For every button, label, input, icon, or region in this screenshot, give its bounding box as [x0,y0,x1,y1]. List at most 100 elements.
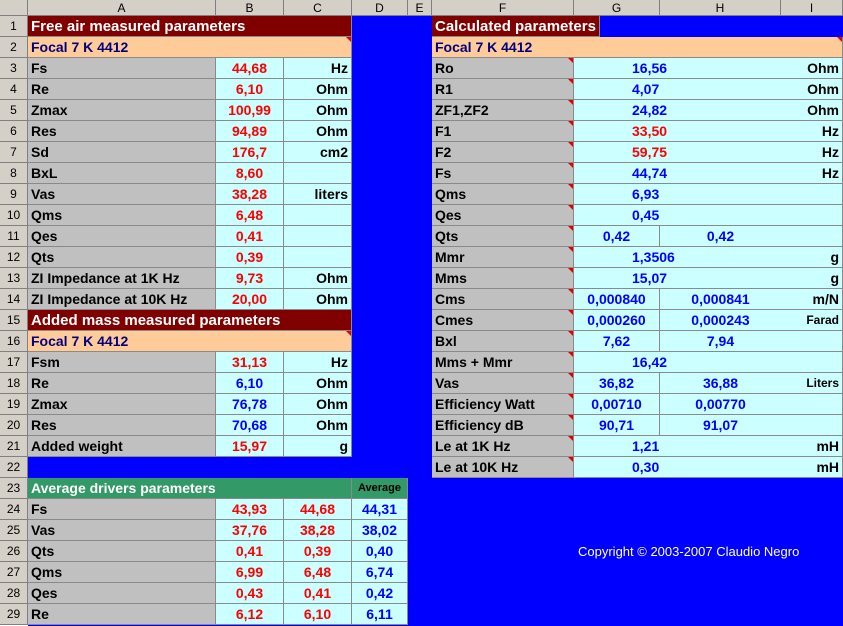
average-title[interactable]: Average drivers parameters [28,478,352,499]
average-value-2[interactable]: 0,39 [284,541,352,562]
calc-param-label[interactable]: Le at 10K Hz [432,457,574,478]
row-header-12[interactable]: 12 [0,247,28,268]
calc-param-label[interactable]: F1 [432,121,574,142]
added-mass-param-unit[interactable]: Ohm [284,394,352,415]
column-header-i[interactable]: I [781,0,843,16]
calc-value[interactable]: 6,93 [574,184,781,205]
calc-param-label[interactable]: Qms [432,184,574,205]
calc-param-label[interactable]: Mms + Mmr [432,352,574,373]
free-air-param-value[interactable]: 94,89 [216,121,284,142]
calc-value[interactable]: 7,62 [574,331,660,352]
added-mass-param-label[interactable]: Fsm [28,352,216,373]
calc-param-label[interactable]: Vas [432,373,574,394]
added-mass-param-label[interactable]: Added weight [28,436,216,457]
calc-param-unit[interactable] [781,205,843,226]
row-header-1[interactable]: 1 [0,16,28,37]
added-mass-param-unit[interactable]: Ohm [284,415,352,436]
average-value[interactable]: 6,11 [352,604,408,625]
free-air-model[interactable]: Focal 7 K 4412 [28,37,352,58]
calc-value-alt[interactable]: 91,07 [660,415,781,436]
calc-value[interactable]: 0,000840 [574,289,660,310]
calc-param-unit[interactable]: Hz [781,163,843,184]
free-air-param-value[interactable]: 0,39 [216,247,284,268]
free-air-param-unit[interactable] [284,205,352,226]
free-air-param-value[interactable]: 38,28 [216,184,284,205]
calc-value[interactable]: 16,42 [574,352,781,373]
average-col-header[interactable]: Average [352,478,408,499]
row-header-28[interactable]: 28 [0,583,28,604]
calc-param-label[interactable]: Mmr [432,247,574,268]
added-mass-param-value[interactable]: 15,97 [216,436,284,457]
calc-param-unit[interactable] [781,331,843,352]
free-air-title[interactable]: Free air measured parameters [28,16,352,37]
row-header-9[interactable]: 9 [0,184,28,205]
free-air-param-unit[interactable]: Ohm [284,268,352,289]
calc-value-alt[interactable]: 0,42 [660,226,781,247]
calc-value[interactable]: 59,75 [574,142,781,163]
free-air-param-unit[interactable]: Ohm [284,121,352,142]
free-air-param-value[interactable]: 6,10 [216,79,284,100]
free-air-param-value[interactable]: 9,73 [216,268,284,289]
column-header-e[interactable]: E [408,0,432,16]
free-air-param-label[interactable]: Sd [28,142,216,163]
free-air-param-unit[interactable] [284,247,352,268]
row-header-27[interactable]: 27 [0,562,28,583]
row-header-29[interactable]: 29 [0,604,28,625]
average-value[interactable]: 6,74 [352,562,408,583]
free-air-param-unit[interactable]: liters [284,184,352,205]
calc-value[interactable]: 16,56 [574,58,781,79]
row-header-22[interactable]: 22 [0,457,28,478]
free-air-param-value[interactable]: 44,68 [216,58,284,79]
row-header-10[interactable]: 10 [0,205,28,226]
calc-param-label[interactable]: Qes [432,205,574,226]
added-mass-model[interactable]: Focal 7 K 4412 [28,331,352,352]
calc-param-label[interactable]: Cmes [432,310,574,331]
row-header-11[interactable]: 11 [0,226,28,247]
added-mass-param-label[interactable]: Zmax [28,394,216,415]
calculated-model[interactable]: Focal 7 K 4412 [432,37,843,58]
free-air-param-label[interactable]: Res [28,121,216,142]
free-air-param-label[interactable]: Vas [28,184,216,205]
free-air-param-value[interactable]: 100,99 [216,100,284,121]
row-header-6[interactable]: 6 [0,121,28,142]
calc-param-unit[interactable]: g [781,268,843,289]
row-header-5[interactable]: 5 [0,100,28,121]
free-air-param-unit[interactable]: Ohm [284,100,352,121]
calc-param-unit[interactable]: mH [781,436,843,457]
calc-value[interactable]: 36,82 [574,373,660,394]
average-value-1[interactable]: 43,93 [216,499,284,520]
free-air-param-label[interactable]: Zmax [28,100,216,121]
free-air-param-value[interactable]: 20,00 [216,289,284,310]
added-mass-param-unit[interactable]: Hz [284,352,352,373]
row-header-8[interactable]: 8 [0,163,28,184]
calc-param-label[interactable]: Le at 1K Hz [432,436,574,457]
added-mass-param-label[interactable]: Re [28,373,216,394]
calc-param-label[interactable]: Efficiency dB [432,415,574,436]
column-header-f[interactable]: F [432,0,574,16]
average-param-label[interactable]: Qts [28,541,216,562]
average-param-label[interactable]: Qes [28,583,216,604]
free-air-param-label[interactable]: Qms [28,205,216,226]
free-air-param-unit[interactable] [284,163,352,184]
free-air-param-unit[interactable]: Ohm [284,79,352,100]
average-param-label[interactable]: Vas [28,520,216,541]
calc-value[interactable]: 90,71 [574,415,660,436]
row-header-14[interactable]: 14 [0,289,28,310]
row-header-4[interactable]: 4 [0,79,28,100]
row-header-13[interactable]: 13 [0,268,28,289]
calc-param-label[interactable]: F2 [432,142,574,163]
added-mass-param-value[interactable]: 76,78 [216,394,284,415]
added-mass-param-value[interactable]: 31,13 [216,352,284,373]
calc-param-label[interactable]: Ro [432,58,574,79]
calc-param-unit[interactable]: m/N [781,289,843,310]
calc-param-label[interactable]: Cms [432,289,574,310]
column-header-h[interactable]: H [660,0,781,16]
free-air-param-label[interactable]: Qts [28,247,216,268]
free-air-param-unit[interactable]: cm2 [284,142,352,163]
calc-value-alt[interactable]: 0,00770 [660,394,781,415]
calc-param-unit[interactable] [781,184,843,205]
average-value[interactable]: 38,02 [352,520,408,541]
average-value-2[interactable]: 6,48 [284,562,352,583]
calc-param-unit[interactable]: mH [781,457,843,478]
calculated-title[interactable]: Calculated parameters [432,16,600,37]
